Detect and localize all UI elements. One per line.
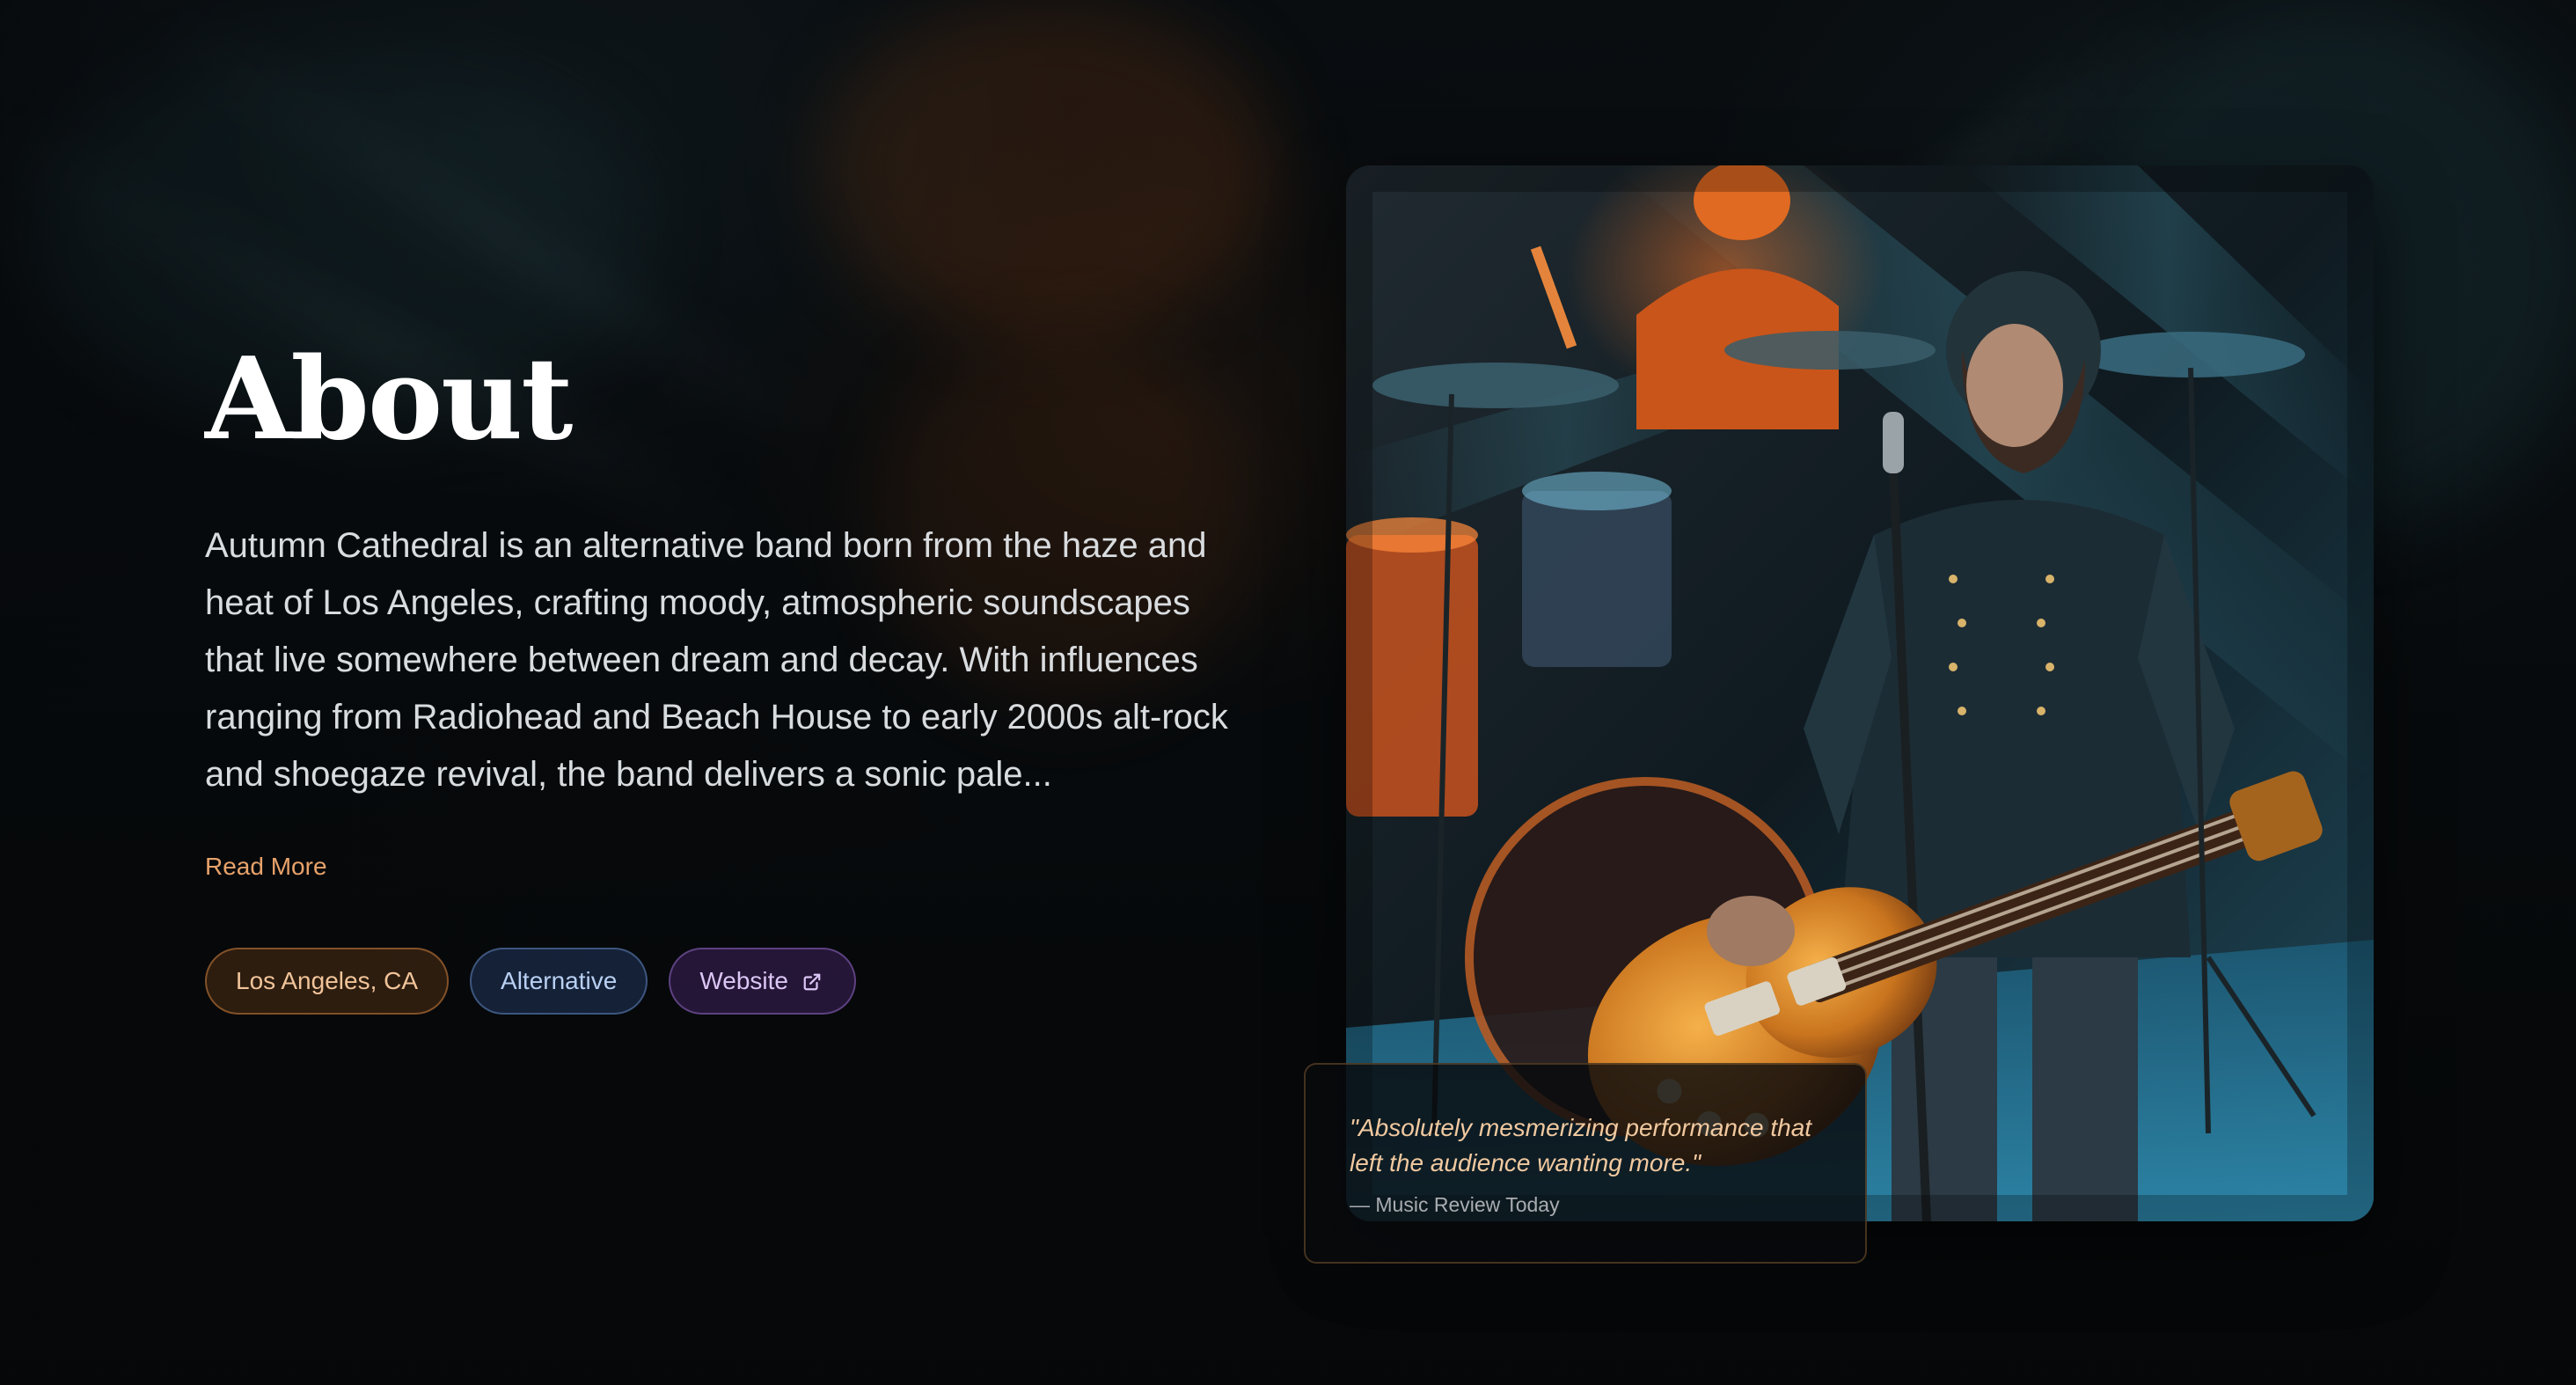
genre-tag-label: Alternative (501, 967, 618, 994)
about-section: About Autumn Cathedral is an alternative… (0, 0, 2576, 1385)
location-tag-label: Los Angeles, CA (236, 967, 419, 994)
read-more-link[interactable]: Read More (205, 853, 327, 881)
website-link[interactable]: Website (669, 948, 856, 1015)
review-quote-card: "Absolutely mesmerizing performance that… (1304, 1063, 1867, 1264)
review-quote-source: — Music Review Today (1350, 1193, 1560, 1216)
review-quote-text: "Absolutely mesmerizing performance that… (1350, 1114, 1812, 1176)
location-tag[interactable]: Los Angeles, CA (205, 948, 450, 1015)
genre-tag[interactable]: Alternative (470, 948, 648, 1015)
section-title: About (205, 333, 573, 465)
external-link-icon (802, 970, 825, 993)
tag-list: Los Angeles, CA Alternative Website (205, 948, 1252, 1015)
about-content: About Autumn Cathedral is an alternative… (205, 343, 1252, 1015)
band-bio: Autumn Cathedral is an alternative band … (205, 526, 1228, 794)
website-link-label: Website (699, 967, 788, 994)
